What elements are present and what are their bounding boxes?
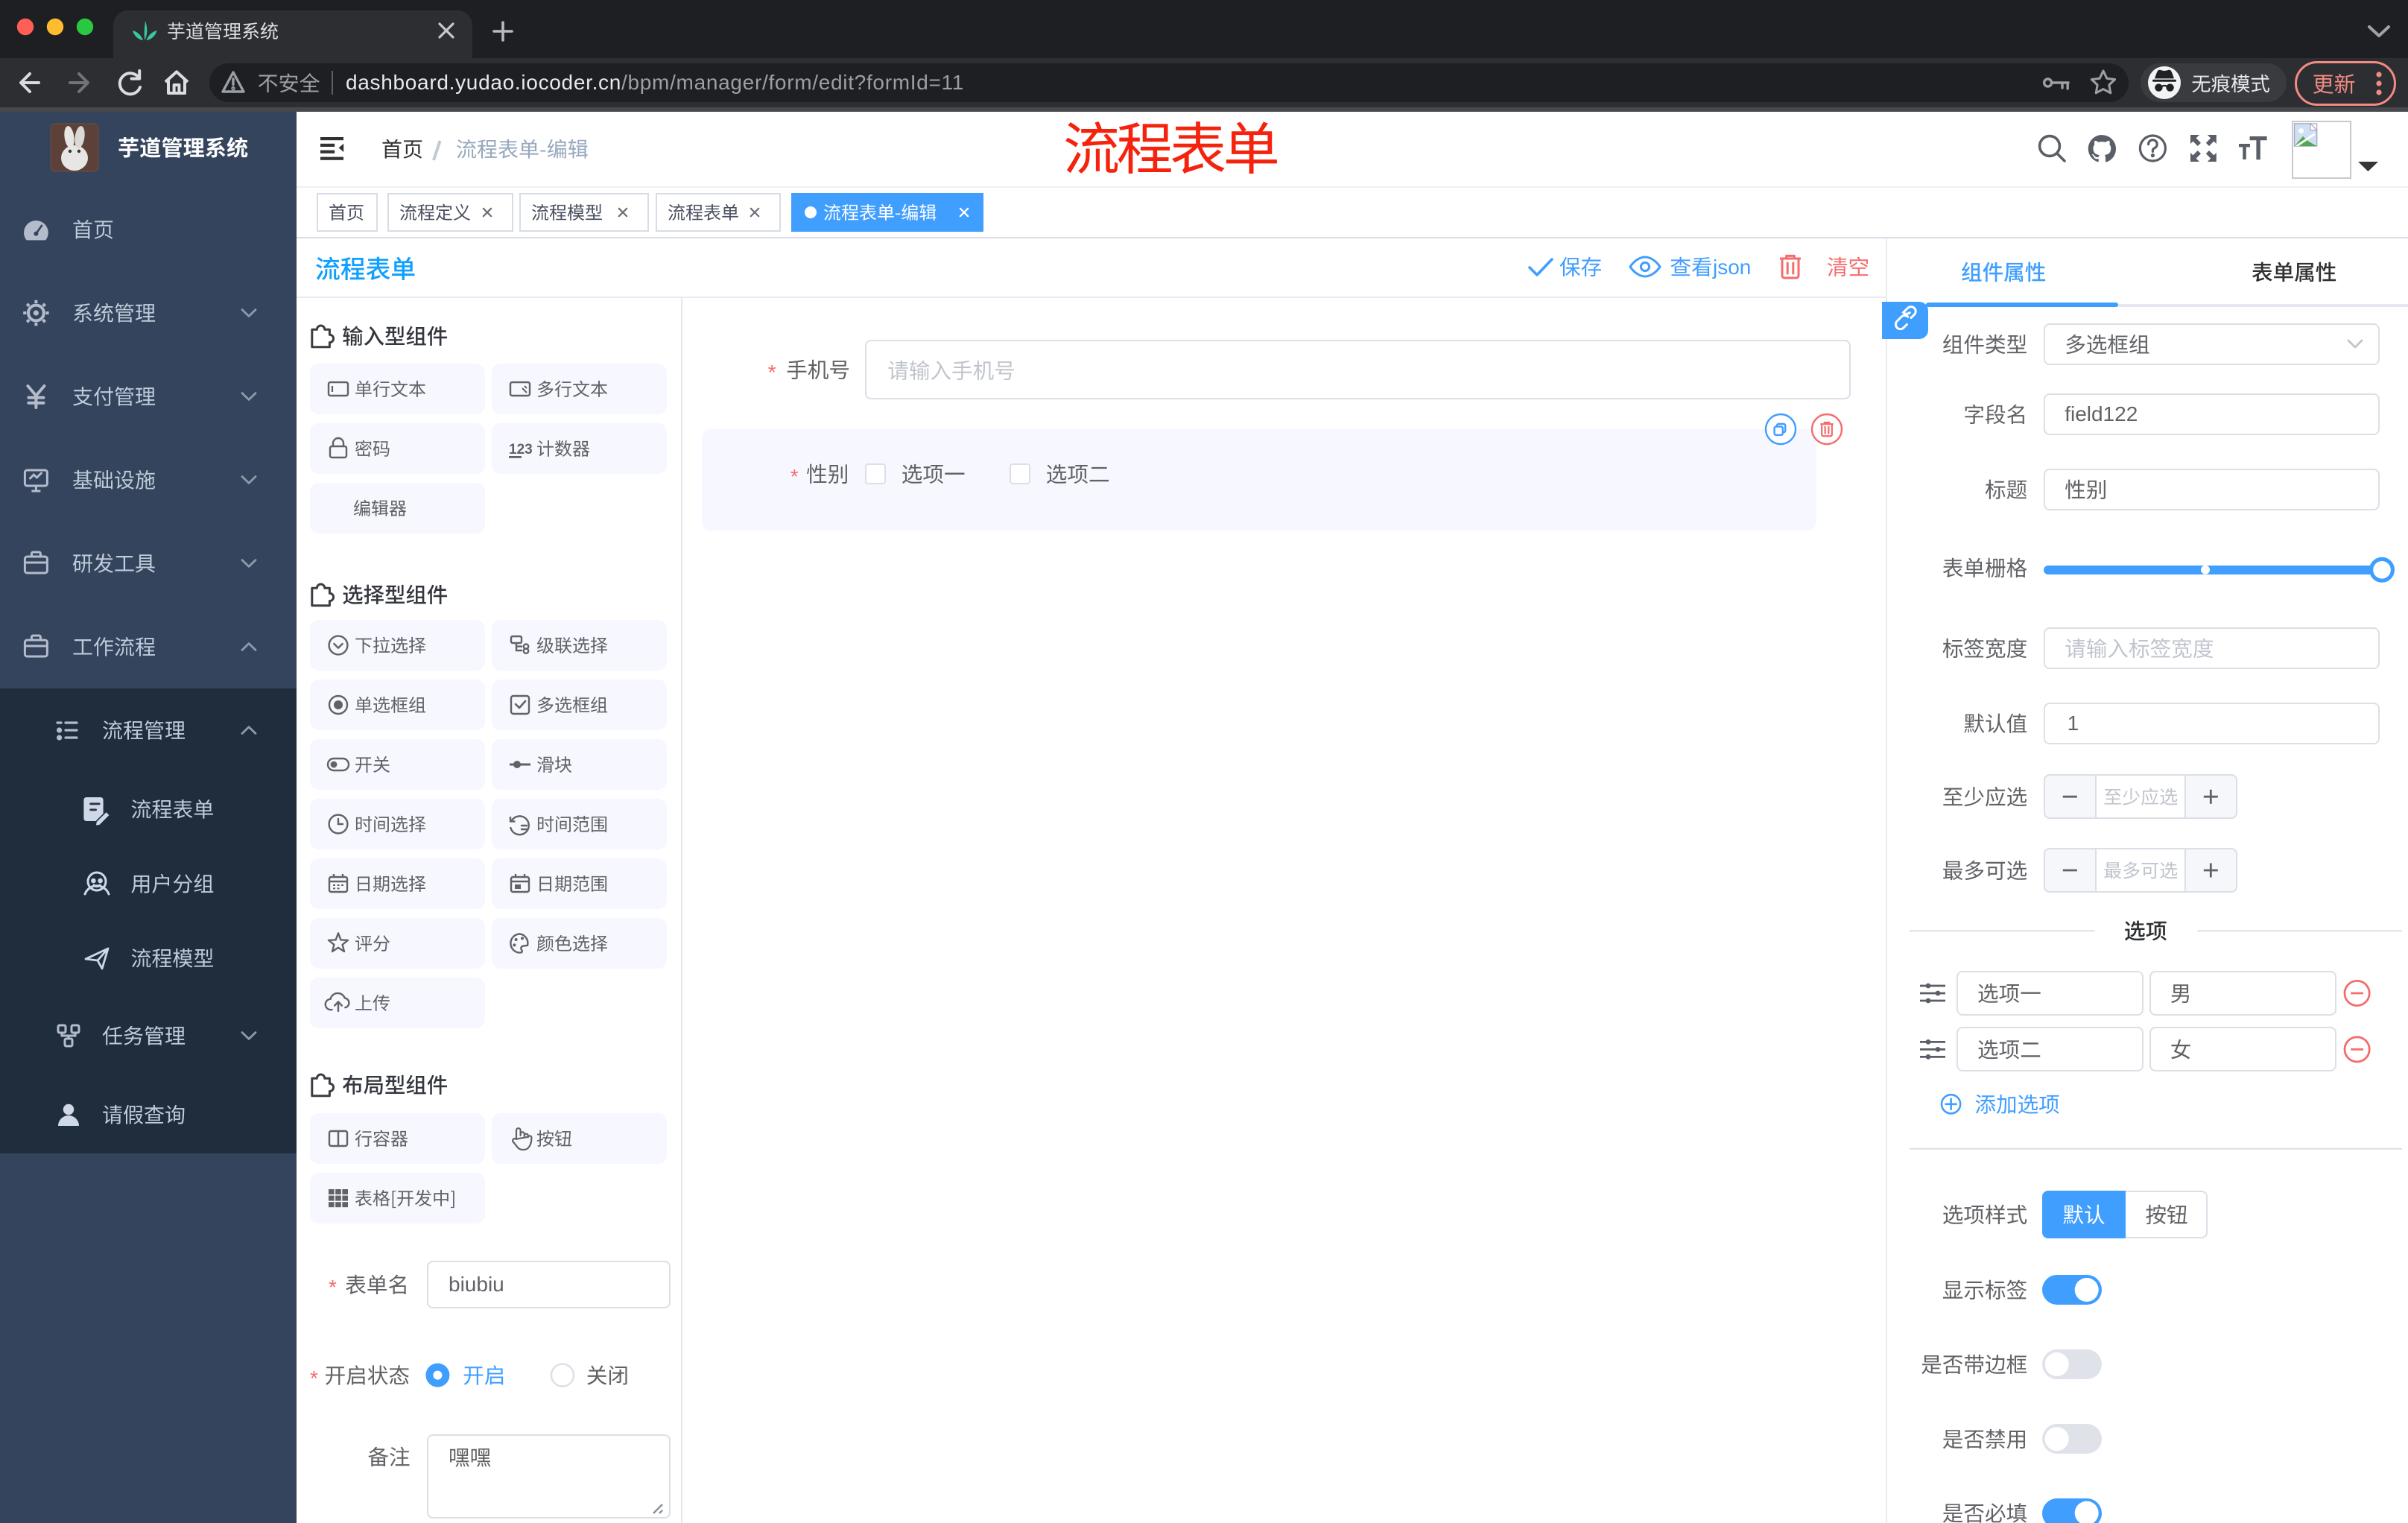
svg-text:123: 123 xyxy=(509,442,533,457)
